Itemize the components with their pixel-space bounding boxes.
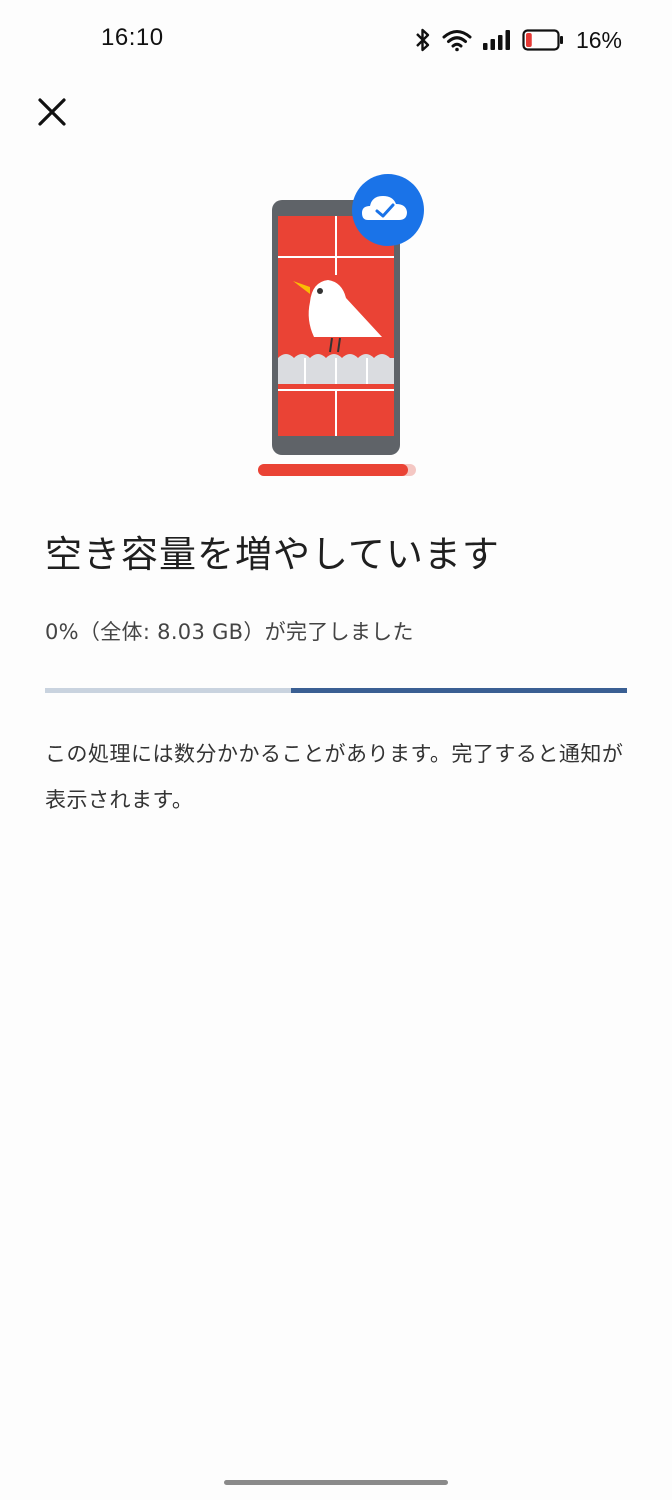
progress-status-text: 0%（全体: 8.03 GB）が完了しました [45,620,414,644]
status-time: 16:10 [101,24,164,51]
close-icon [38,98,66,126]
progress-bar-indicator [291,688,627,693]
phone-cleanup-illustration [250,170,430,490]
battery-percent: 16% [575,26,622,53]
page-title: 空き容量を増やしています [45,533,500,576]
status-bar: 16:10 16% [0,0,672,80]
close-button[interactable] [28,88,76,136]
description-text: この処理には数分かかることがあります。完了すると通知が表示されます。 [45,742,624,812]
status-icons: 16% [414,26,622,54]
wifi-icon [442,28,472,52]
home-indicator[interactable] [224,1480,448,1485]
bluetooth-icon [414,27,432,53]
signal-icon [482,29,512,51]
battery-icon [522,29,564,51]
